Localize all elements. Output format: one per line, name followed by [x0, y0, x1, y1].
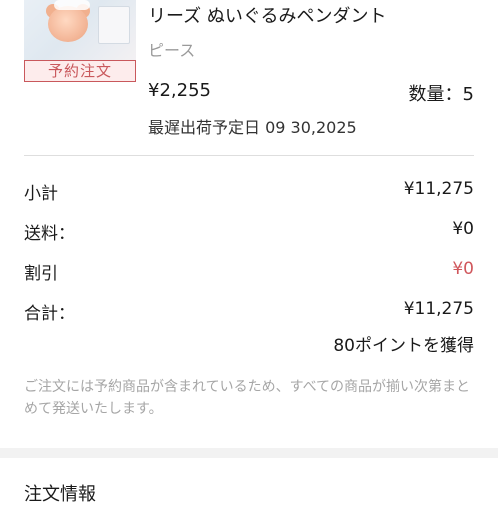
subtotal-label: 小計 — [24, 184, 58, 204]
total-value: ¥11,275 — [403, 299, 474, 319]
discount-row: 割引 ¥0 — [24, 259, 474, 284]
product-variant: ピース — [148, 41, 196, 60]
total-row: 合計： ¥11,275 — [24, 299, 474, 324]
section-gap — [0, 448, 498, 458]
product-image — [24, 0, 136, 64]
product-name[interactable]: リーズ ぬいぐるみペンダント — [148, 2, 386, 28]
shipping-value: ¥0 — [452, 219, 474, 239]
discount-label: 割引 — [24, 264, 58, 284]
points-earned: 80ポイントを獲得 — [333, 336, 474, 356]
total-label: 合計： — [24, 304, 75, 324]
shipping-label: 送料： — [24, 224, 75, 244]
subtotal-row: 小計 ¥11,275 — [24, 179, 474, 204]
order-item-card: 予約注文 リーズ ぬいぐるみペンダント ピース ¥2,255 数量：5 最遅出荷… — [0, 0, 498, 448]
subtotal-value: ¥11,275 — [403, 179, 474, 199]
preorder-badge: 予約注文 — [24, 60, 136, 82]
preorder-note: ご注文には予約商品が含まれているため、すべての商品が揃い次第まとめて発送いたしま… — [24, 379, 471, 417]
product-thumbnail[interactable]: 予約注文 — [24, 0, 136, 82]
ship-date: 最遅出荷予定日 09 30,2025 — [148, 118, 357, 137]
unit-price: ¥2,255 — [148, 80, 211, 101]
quantity: 数量：5 — [408, 84, 474, 105]
order-info-title: 注文情報 — [24, 484, 96, 505]
divider — [24, 155, 474, 156]
shipping-row: 送料： ¥0 — [24, 219, 474, 244]
discount-value: ¥0 — [452, 259, 474, 279]
